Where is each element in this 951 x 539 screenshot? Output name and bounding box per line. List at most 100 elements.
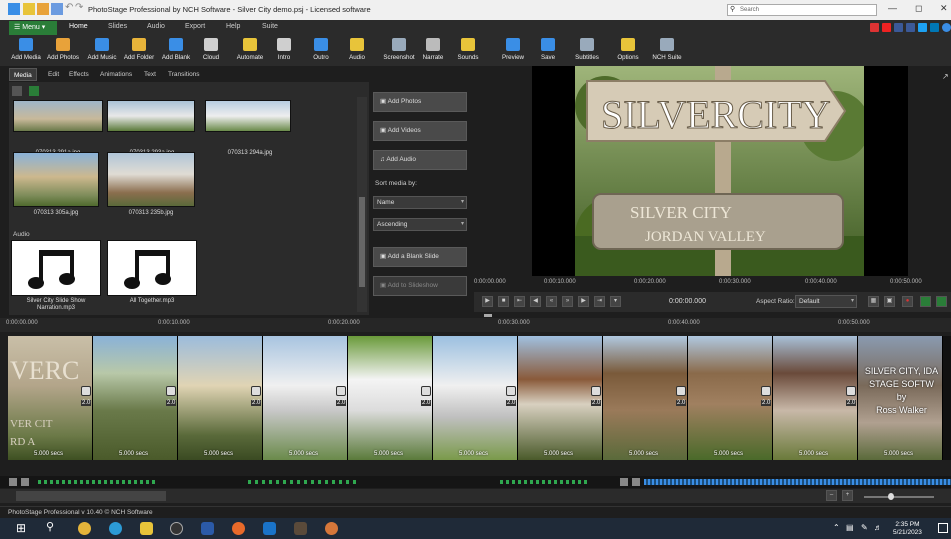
- transition-duration[interactable]: 2.0: [761, 400, 772, 406]
- tab-transitions[interactable]: Transitions: [164, 68, 204, 81]
- transition-icon[interactable]: [336, 386, 346, 396]
- transition-duration[interactable]: 2.0: [506, 400, 517, 406]
- slide-duration[interactable]: 5.000 secs: [204, 451, 233, 457]
- transition-icon[interactable]: [421, 386, 431, 396]
- timeline-slide[interactable]: SILVER CITY, IDA STAGE SOFTW by Ross Walker…: [858, 336, 943, 460]
- transition-icon[interactable]: [81, 386, 91, 396]
- transition-duration[interactable]: 2.0: [591, 400, 602, 406]
- audio-button[interactable]: Audio: [345, 36, 369, 66]
- scrollbar-thumb[interactable]: [359, 197, 365, 287]
- grid-icon[interactable]: ▦: [868, 296, 879, 307]
- gear-app-icon[interactable]: [325, 522, 338, 535]
- slide-duration[interactable]: 5.000 secs: [884, 451, 913, 457]
- fullscreen-icon[interactable]: [936, 296, 947, 307]
- audio-track-icon[interactable]: [9, 478, 17, 486]
- search-input[interactable]: ⚲ Search: [727, 4, 877, 16]
- next-icon[interactable]: »: [562, 296, 573, 307]
- maximize-button[interactable]: ◻: [915, 3, 922, 14]
- tab-text[interactable]: Text: [140, 68, 160, 81]
- view-grid-icon[interactable]: [29, 86, 39, 96]
- add-to-slideshow-button[interactable]: ▣ Add to Slideshow: [373, 276, 467, 296]
- add-music-button[interactable]: Add Music: [83, 36, 121, 66]
- transition-duration[interactable]: 2.0: [251, 400, 262, 406]
- subtitles-button[interactable]: Subtitles: [570, 36, 604, 66]
- timeline-slide[interactable]: 5.000 secs 2.0: [348, 336, 433, 460]
- media-scrollbar[interactable]: [357, 97, 367, 312]
- previous-icon[interactable]: «: [546, 296, 557, 307]
- add-media-button[interactable]: Add Media: [8, 36, 44, 66]
- step-forward-icon[interactable]: ▶: [578, 296, 589, 307]
- preview-ruler[interactable]: 0:00:00.000 0:00:10.000 0:00:20.000 0:00…: [474, 277, 951, 291]
- help-icon[interactable]: [942, 23, 951, 32]
- transition-duration[interactable]: 2.0: [676, 400, 687, 406]
- tab-home[interactable]: Home: [69, 23, 88, 30]
- slide-duration[interactable]: 5.000 secs: [544, 451, 573, 457]
- audio-thumb[interactable]: Silver City Slide Show Narration.mp3: [11, 240, 101, 314]
- options-dropdown-icon[interactable]: ▾: [610, 296, 621, 307]
- slide-duration[interactable]: 5.000 secs: [799, 451, 828, 457]
- facebook-icon[interactable]: [906, 23, 915, 32]
- clock[interactable]: 2:35 PM 5/21/2023: [893, 521, 922, 537]
- record-icon[interactable]: ●: [902, 296, 913, 307]
- add-videos-button[interactable]: ▣ Add Videos: [373, 121, 467, 141]
- audio-track[interactable]: [0, 476, 951, 488]
- audio-clip-icon[interactable]: [620, 478, 628, 486]
- add-photos-button[interactable]: ▣ Add Photos: [373, 92, 467, 112]
- add-audio-button[interactable]: ♫ Add Audio: [373, 150, 467, 170]
- open-folder-icon[interactable]: [37, 3, 49, 15]
- nch-icon[interactable]: [870, 23, 879, 32]
- media-thumb[interactable]: 070313 293a.jpg: [107, 100, 197, 156]
- new-file-icon[interactable]: [23, 3, 35, 15]
- tab-media[interactable]: Media: [9, 68, 37, 81]
- go-end-icon[interactable]: ⇥: [594, 296, 605, 307]
- timeline-slide[interactable]: 5.000 secs 2.0: [688, 336, 773, 460]
- app-icon[interactable]: [170, 522, 183, 535]
- menu-button[interactable]: ☰ Menu ▾: [9, 21, 57, 35]
- transition-icon[interactable]: [591, 386, 601, 396]
- twitter-icon[interactable]: [918, 23, 927, 32]
- slide-duration[interactable]: 5.000 secs: [119, 451, 148, 457]
- file-explorer-icon[interactable]: [140, 522, 153, 535]
- tray-chevron-icon[interactable]: ⌃: [833, 523, 840, 532]
- slide-duration[interactable]: 5.000 secs: [459, 451, 488, 457]
- slide-duration[interactable]: 5.000 secs: [34, 451, 63, 457]
- zoom-slider[interactable]: [864, 496, 934, 498]
- nch-suite-button[interactable]: NCH Suite: [648, 36, 686, 66]
- search-icon[interactable]: ⚲: [46, 522, 59, 535]
- options-button[interactable]: Options: [613, 36, 643, 66]
- transition-duration[interactable]: 2.0: [421, 400, 432, 406]
- timeline-slide[interactable]: 5.000 secs 2.0: [773, 336, 858, 460]
- view-list-icon[interactable]: [12, 86, 22, 96]
- photostage-icon[interactable]: [294, 522, 307, 535]
- linkedin-icon[interactable]: [930, 23, 939, 32]
- media-thumb[interactable]: 070313 235b.jpg: [107, 152, 197, 217]
- timeline-slide[interactable]: 5.000 secs 2.0: [518, 336, 603, 460]
- transition-duration[interactable]: 2.0: [336, 400, 347, 406]
- screenshot-button[interactable]: Screenshot: [380, 36, 418, 66]
- sort-order-select[interactable]: Ascending ▾: [373, 218, 467, 231]
- slide-duration[interactable]: 5.000 secs: [374, 451, 403, 457]
- audio-thumb[interactable]: All Together.mp3: [107, 240, 197, 314]
- like-icon[interactable]: [894, 23, 903, 32]
- firefox-icon[interactable]: [232, 522, 245, 535]
- transition-duration[interactable]: 2.0: [166, 400, 177, 406]
- cloud-button[interactable]: Cloud: [197, 36, 225, 66]
- tab-help[interactable]: Help: [226, 23, 240, 30]
- stop-icon[interactable]: ■: [498, 296, 509, 307]
- timeline-slide[interactable]: 5.000 secs 2.0: [603, 336, 688, 460]
- tab-effects[interactable]: Effects: [65, 68, 93, 81]
- word-icon[interactable]: [201, 522, 214, 535]
- chrome-icon[interactable]: [78, 522, 91, 535]
- slide-duration[interactable]: 5.000 secs: [714, 451, 743, 457]
- timeline-scrollbar[interactable]: – +: [0, 489, 951, 503]
- tab-animations[interactable]: Animations: [96, 68, 136, 81]
- media-thumb[interactable]: 070313 305a.jpg: [13, 152, 103, 217]
- outro-button[interactable]: Outro: [308, 36, 334, 66]
- transition-icon[interactable]: [676, 386, 686, 396]
- zoom-icon[interactable]: ▣: [884, 296, 895, 307]
- aspect-ratio-select[interactable]: Default ▾: [795, 295, 857, 308]
- tab-edit[interactable]: Edit: [44, 68, 63, 81]
- media-thumb[interactable]: 070313 291a.jpg: [13, 100, 103, 156]
- preview-window[interactable]: SILVERCITY SILVER CITY JORDAN VALLEY: [532, 66, 908, 276]
- transition-icon[interactable]: [761, 386, 771, 396]
